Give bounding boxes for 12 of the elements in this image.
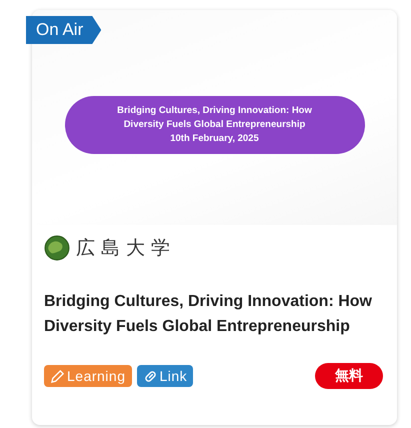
- event-title[interactable]: Bridging Cultures, Driving Innovation: How Diversity Fuels Global Entrepreneurship: [44, 289, 385, 357]
- free-price-badge: 無料: [315, 363, 383, 389]
- pencil-icon: [50, 368, 65, 384]
- banner-text: Diversity Fuels Global Entrepreneurship: [122, 118, 306, 132]
- on-air-ribbon: On Air: [26, 16, 102, 44]
- banner-text: Bridging Cultures, Driving Innovation: How: [116, 104, 313, 118]
- organizer-name: 広島大学: [76, 236, 176, 261]
- link-tag[interactable]: Link: [136, 365, 194, 387]
- link-icon: [142, 368, 158, 384]
- banner-text: 10th February, 2025: [169, 132, 260, 146]
- globe-logo-icon: [44, 235, 70, 261]
- learning-tag[interactable]: Learning: [44, 365, 132, 387]
